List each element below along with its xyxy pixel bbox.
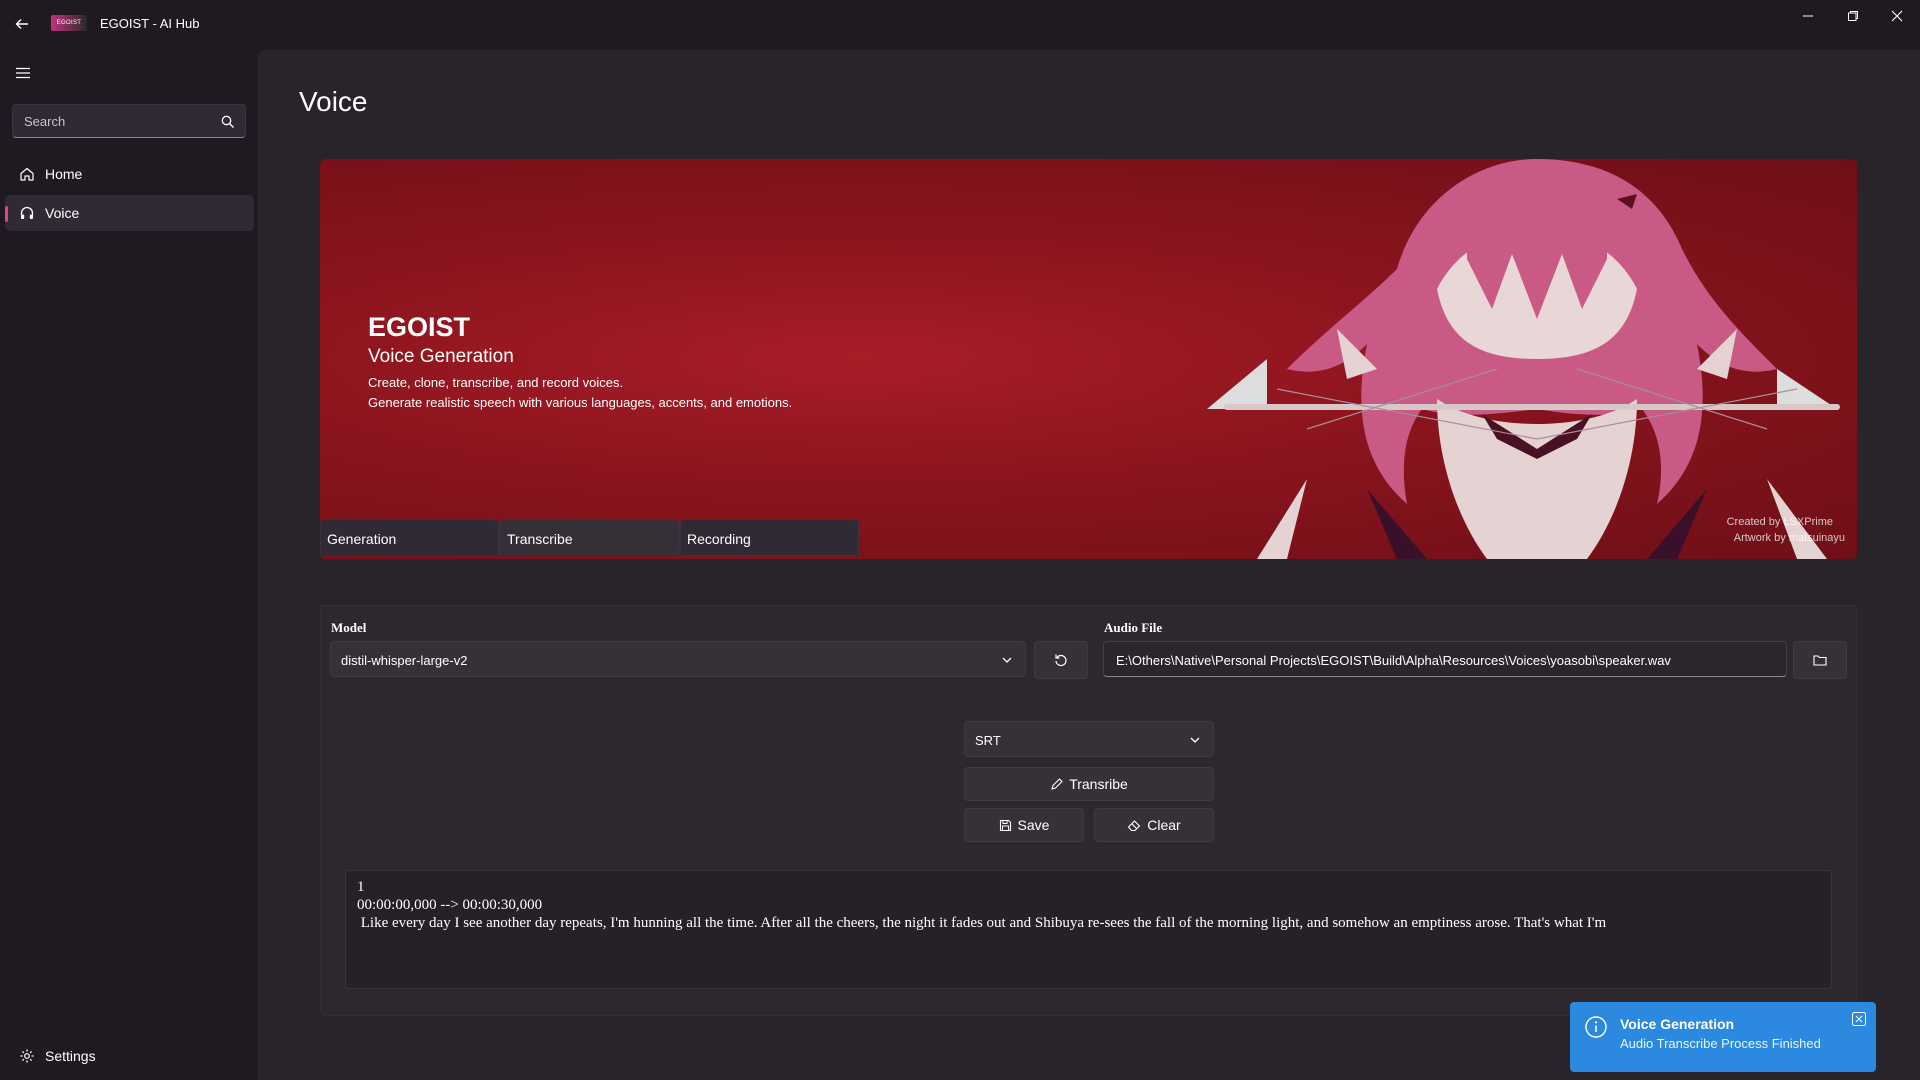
- minimize-button[interactable]: [1796, 6, 1820, 26]
- hero-subtitle: Voice Generation: [368, 346, 514, 367]
- browse-file-button[interactable]: [1793, 641, 1847, 679]
- audio-file-input[interactable]: E:\Others\Native\Personal Projects\EGOIS…: [1103, 641, 1787, 677]
- model-value: distil-whisper-large-v2: [341, 653, 468, 668]
- transcribe-button[interactable]: Transribe: [964, 767, 1214, 801]
- home-icon: [20, 167, 34, 181]
- sidebar-item-label: Voice: [45, 205, 80, 221]
- hero-artwork: [1207, 159, 1840, 559]
- transcription-text: 1 00:00:00,000 --> 00:00:30,000 Like eve…: [357, 879, 1607, 931]
- restore-button[interactable]: [1841, 6, 1865, 26]
- toast-title: Voice Generation: [1620, 1016, 1735, 1032]
- sidebar: Home Voice: [0, 48, 258, 1080]
- eraser-icon: [1128, 819, 1141, 831]
- minimize-icon: [1803, 15, 1813, 17]
- close-window-button[interactable]: [1885, 6, 1909, 26]
- close-icon: [1891, 10, 1903, 22]
- sidebar-item-settings[interactable]: Settings: [5, 1038, 254, 1074]
- hero-title: EGOIST: [368, 312, 471, 342]
- app-title: EGOIST - AI Hub: [100, 16, 200, 31]
- pen-icon: [1051, 777, 1063, 790]
- search-icon[interactable]: [221, 115, 235, 129]
- tab-label: Generation: [327, 531, 397, 547]
- save-icon: [999, 819, 1011, 831]
- search-box: [12, 104, 246, 138]
- restore-icon: [1848, 11, 1858, 21]
- credit-text: Created by LSXPrime: [1726, 516, 1833, 528]
- save-button[interactable]: Save: [964, 808, 1084, 842]
- back-button[interactable]: [10, 12, 34, 36]
- transcription-output[interactable]: 1 00:00:00,000 --> 00:00:30,000 Like eve…: [345, 870, 1832, 989]
- notification-toast: Voice Generation Audio Transcribe Proces…: [1570, 1002, 1876, 1072]
- audio-file-label: Audio File: [1104, 620, 1163, 635]
- sidebar-item-voice[interactable]: Voice: [5, 195, 254, 231]
- credit-text: Artwork by matsuinayu: [1733, 532, 1845, 544]
- settings-label: Settings: [45, 1048, 96, 1064]
- menu-toggle-button[interactable]: [12, 62, 34, 84]
- model-select[interactable]: distil-whisper-large-v2: [330, 641, 1026, 677]
- tab-generation[interactable]: Generation: [320, 519, 499, 555]
- hero-description: Create, clone, transcribe, and record vo…: [368, 375, 624, 390]
- tab-transcribe[interactable]: Transcribe: [500, 519, 679, 555]
- hamburger-icon: [16, 67, 30, 79]
- folder-icon: [1813, 655, 1827, 666]
- app-logo: EGOIST: [51, 15, 87, 31]
- model-label: Model: [331, 620, 367, 635]
- tab-label: Transcribe: [507, 531, 573, 547]
- chevron-down-icon: [1190, 737, 1200, 743]
- format-select[interactable]: SRT: [964, 721, 1214, 757]
- hero-banner: EGOIST Voice Generation Create, clone, t…: [320, 159, 1857, 559]
- close-icon[interactable]: [1852, 1012, 1866, 1026]
- audio-file-path: E:\Others\Native\Personal Projects\EGOIS…: [1116, 653, 1671, 668]
- clear-button[interactable]: Clear: [1094, 808, 1214, 842]
- tab-label: Recording: [687, 531, 751, 547]
- format-value: SRT: [975, 733, 1001, 748]
- info-icon: [1585, 1016, 1607, 1038]
- back-arrow-icon: [15, 19, 28, 29]
- refresh-models-button[interactable]: [1034, 641, 1088, 679]
- title-bar: EGOIST EGOIST - AI Hub: [0, 0, 1920, 48]
- gear-icon: [20, 1049, 34, 1063]
- toast-message: Audio Transcribe Process Finished: [1620, 1036, 1821, 1051]
- headphones-icon: [20, 206, 34, 219]
- transcribe-label: Transribe: [1069, 776, 1128, 792]
- selection-indicator: [5, 206, 8, 222]
- refresh-icon: [1055, 654, 1067, 667]
- save-label: Save: [1017, 817, 1050, 833]
- chevron-down-icon: [1002, 657, 1012, 663]
- tab-recording[interactable]: Recording: [680, 519, 859, 555]
- page-title: Voice: [299, 86, 368, 117]
- sidebar-item-label: Home: [45, 166, 83, 182]
- clear-label: Clear: [1147, 817, 1181, 833]
- sidebar-item-home[interactable]: Home: [5, 156, 254, 192]
- search-input[interactable]: [24, 114, 214, 129]
- hero-description: Generate realistic speech with various l…: [368, 395, 793, 410]
